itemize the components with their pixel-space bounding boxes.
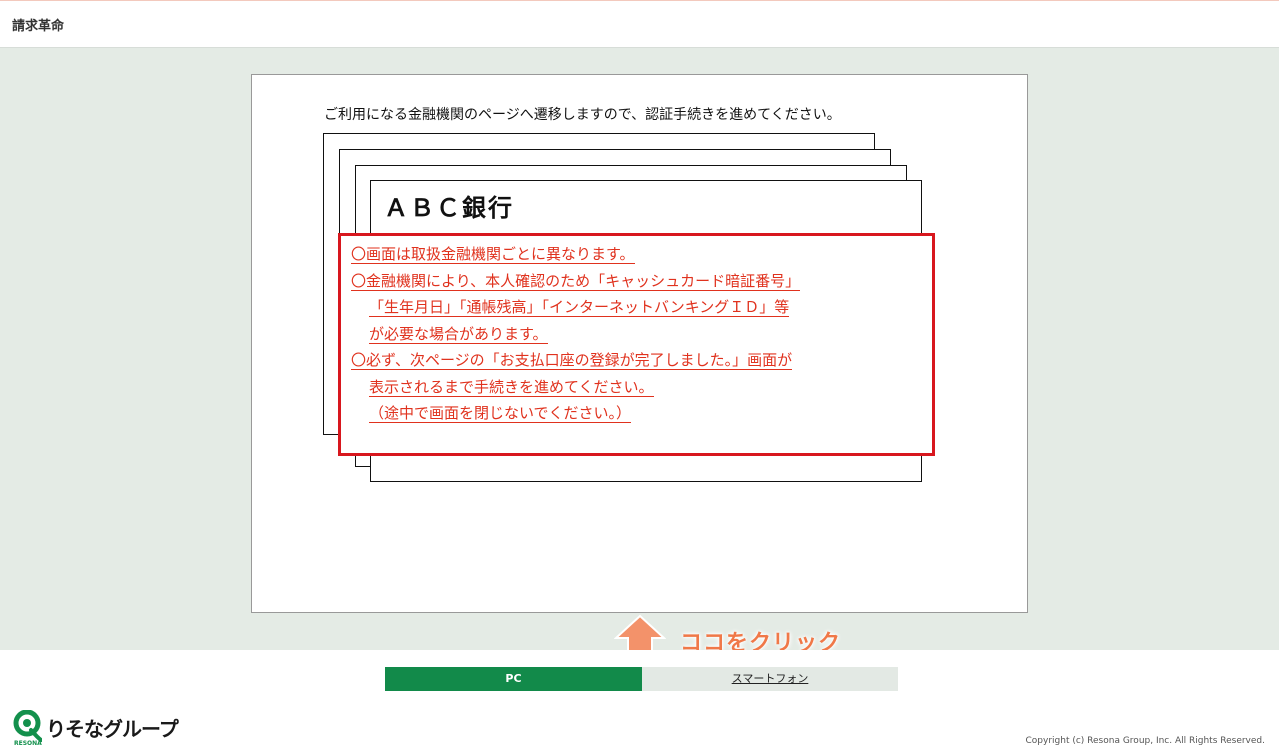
intro-text: ご利用になる金融機関のページへ遷移しますので、認証手続きを進めてください。	[324, 107, 841, 123]
footer: PC スマートフォン りそなグループ RESONA Copyright (c) …	[0, 650, 1279, 756]
resona-logo-icon	[13, 710, 42, 742]
tab-smartphone[interactable]: スマートフォン	[642, 667, 898, 691]
bank-name: ＡＢＣ銀行	[384, 194, 514, 222]
notice-line: 〇画面は取扱金融機関ごとに異なります。	[351, 245, 635, 264]
notice-line: （途中で画面を閉じないでください。）	[369, 404, 632, 423]
notice-line: 表示されるまで手続きを進めてください。	[369, 377, 654, 397]
tab-pc[interactable]: PC	[385, 667, 642, 691]
logo-text: りそなグループ	[46, 716, 179, 741]
notice-line: 〇金融機関により、本人確認のため「キャッシュカード暗証番号」	[351, 271, 801, 291]
notice-line: 「生年月日」「通帳残高」「インターネットバンキングＩＤ」等	[369, 298, 790, 317]
notice-box: 〇画面は取扱金融機関ごとに異なります。 〇金融機関により、本人確認のため「キャッ…	[338, 233, 935, 456]
top-header: 請求革命	[0, 0, 1279, 48]
preview-panel: ご利用になる金融機関のページへ遷移しますので、認証手続きを進めてください。 ＡＢ…	[251, 74, 1028, 613]
logo-subtext: RESONA	[14, 740, 42, 747]
notice-line: が必要な場合があります。	[369, 324, 548, 344]
notice-line: 〇必ず、次ページの「お支払口座の登録が完了しました。」画面が	[351, 351, 793, 370]
resona-logo: りそなグループ RESONA	[12, 710, 179, 747]
app-title: 請求革命	[12, 19, 65, 34]
copyright: Copyright (c) Resona Group, Inc. All Rig…	[1025, 736, 1266, 746]
